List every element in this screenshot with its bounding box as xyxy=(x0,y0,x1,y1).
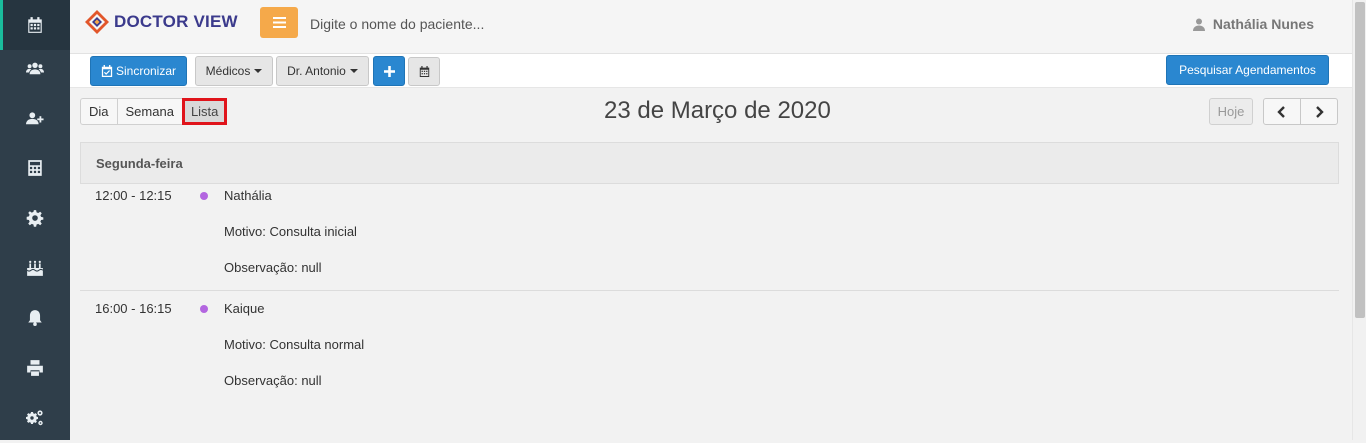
caret-down-icon xyxy=(349,69,358,73)
scrollbar-thumb[interactable] xyxy=(1355,2,1365,318)
toolbar: Sincronizar Médicos Dr. Antonio Pesquisa… xyxy=(70,54,1352,88)
user-name: Nathália Nunes xyxy=(1212,16,1314,32)
gears-icon xyxy=(26,410,43,426)
user-plus-icon xyxy=(26,112,44,125)
event-observation: Observação: null xyxy=(224,260,322,275)
event-reason: Motivo: Consulta normal xyxy=(224,337,365,352)
sidebar xyxy=(0,0,70,440)
event-time: 16:00 - 16:15 xyxy=(95,301,172,316)
add-appointment-button[interactable] xyxy=(373,56,405,86)
patient-search-input[interactable] xyxy=(310,12,810,36)
plus-icon xyxy=(383,65,395,77)
appointment-list: Segunda-feira 12:00 - 12:15 Nathália Mot… xyxy=(80,142,1339,398)
doctors-dropdown[interactable]: Médicos xyxy=(195,56,273,86)
sidebar-item-calculator[interactable] xyxy=(0,143,70,193)
sidebar-item-notifications[interactable] xyxy=(0,293,70,343)
today-button[interactable]: Hoje xyxy=(1209,98,1253,125)
doctor-select[interactable]: Dr. Antonio xyxy=(276,56,369,86)
logo-icon xyxy=(85,10,109,34)
print-icon xyxy=(27,360,43,376)
sync-button[interactable]: Sincronizar xyxy=(90,56,187,86)
calculator-icon xyxy=(28,160,42,176)
view-switcher: Dia Semana Lista xyxy=(80,98,228,125)
calendar-icon xyxy=(28,17,42,33)
doctors-dropdown-label: Médicos xyxy=(205,64,251,78)
logo[interactable]: DOCTOR VIEW xyxy=(84,9,238,35)
event-time: 12:00 - 12:15 xyxy=(95,188,172,203)
list-item[interactable]: 12:00 - 12:15 Nathália Motivo: Consulta … xyxy=(80,184,1339,291)
event-patient: Kaique xyxy=(224,301,265,316)
gear-icon xyxy=(26,210,44,227)
event-reason: Motivo: Consulta inicial xyxy=(224,224,357,239)
previous-button[interactable] xyxy=(1263,98,1301,125)
calendar-icon xyxy=(419,66,429,77)
sidebar-item-add-patient[interactable] xyxy=(0,93,70,143)
caret-down-icon xyxy=(254,69,263,73)
menu-toggle-button[interactable] xyxy=(260,7,298,38)
calendar-check-icon xyxy=(101,65,113,77)
sidebar-item-users[interactable] xyxy=(0,43,70,93)
sidebar-item-print[interactable] xyxy=(0,343,70,393)
sidebar-item-advanced-settings[interactable] xyxy=(0,393,70,443)
event-patient: Nathália xyxy=(224,188,272,203)
top-bar: DOCTOR VIEW Nathália Nunes xyxy=(70,0,1352,54)
doctor-select-value: Dr. Antonio xyxy=(287,64,346,78)
page-scrollbar[interactable] xyxy=(1352,0,1366,440)
birthday-cake-icon xyxy=(26,260,44,276)
chevron-left-icon xyxy=(1277,105,1285,118)
user-menu[interactable]: Nathália Nunes xyxy=(1192,16,1314,32)
list-item[interactable]: 16:00 - 16:15 Kaique Motivo: Consulta no… xyxy=(80,291,1339,398)
next-button[interactable] xyxy=(1300,98,1338,125)
sidebar-item-settings[interactable] xyxy=(0,193,70,243)
view-week-button[interactable]: Semana xyxy=(116,98,183,125)
search-appointments-label: Pesquisar Agendamentos xyxy=(1179,63,1316,77)
event-observation: Observação: null xyxy=(224,373,322,388)
calendar-title: 23 de Março de 2020 xyxy=(604,97,831,124)
view-list-button[interactable]: Lista xyxy=(181,98,228,125)
sync-button-label: Sincronizar xyxy=(115,64,177,78)
bell-icon xyxy=(28,310,42,326)
event-color-dot xyxy=(200,192,208,200)
user-icon xyxy=(1192,18,1205,31)
day-header: Segunda-feira xyxy=(80,142,1339,184)
sidebar-item-birthdays[interactable] xyxy=(0,243,70,293)
hamburger-icon xyxy=(272,17,286,28)
date-picker-button[interactable] xyxy=(408,57,440,86)
event-color-dot xyxy=(200,305,208,313)
logo-text: DOCTOR VIEW xyxy=(114,12,238,31)
chevron-right-icon xyxy=(1316,105,1324,118)
search-appointments-button[interactable]: Pesquisar Agendamentos xyxy=(1166,55,1329,85)
users-icon xyxy=(26,62,44,75)
view-day-button[interactable]: Dia xyxy=(80,98,118,125)
